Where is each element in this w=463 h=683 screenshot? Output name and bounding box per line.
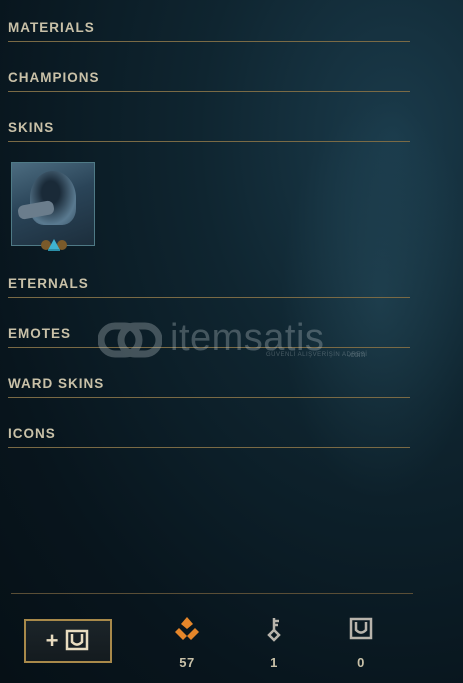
section-icons-label: ICONS (8, 426, 56, 441)
orange-essence-icon (175, 617, 199, 640)
chest-icon (349, 617, 373, 640)
currency-essence: 57 (167, 616, 207, 670)
section-materials[interactable]: MATERIALS (8, 21, 410, 42)
section-skins-label: SKINS (8, 120, 55, 135)
currency-chest: 0 (341, 616, 381, 670)
watermark-domain: .com (348, 350, 366, 359)
key-fragment-count: 1 (270, 655, 278, 670)
section-icons[interactable]: ICONS (8, 427, 410, 448)
watermark-subtext: GÜVENLİ ALIŞVERİŞİN ADRESİ (266, 352, 368, 358)
currency-key-fragment: 1 (254, 616, 294, 670)
add-loot-button[interactable]: + (24, 619, 112, 663)
key-fragment-icon (267, 618, 281, 642)
section-materials-label: MATERIALS (8, 20, 95, 35)
plus-icon: + (45, 628, 59, 653)
section-emotes-label: EMOTES (8, 326, 72, 341)
section-eternals-label: ETERNALS (8, 276, 89, 291)
loot-key-chest-icon (66, 629, 89, 651)
skin-rarity-badge-icon (41, 239, 67, 251)
section-champions[interactable]: CHAMPIONS (8, 71, 410, 92)
footer-divider (11, 593, 413, 594)
section-eternals[interactable]: ETERNALS (8, 277, 410, 298)
essence-count: 57 (179, 655, 195, 670)
skin-shard-tile[interactable] (11, 162, 95, 246)
section-champions-label: CHAMPIONS (8, 70, 100, 85)
section-ward-skins-label: WARD SKINS (8, 376, 105, 391)
section-ward-skins[interactable]: WARD SKINS (8, 377, 410, 398)
section-skins[interactable]: SKINS (8, 121, 410, 142)
chest-count: 0 (357, 655, 365, 670)
section-emotes[interactable]: EMOTES (8, 327, 410, 348)
